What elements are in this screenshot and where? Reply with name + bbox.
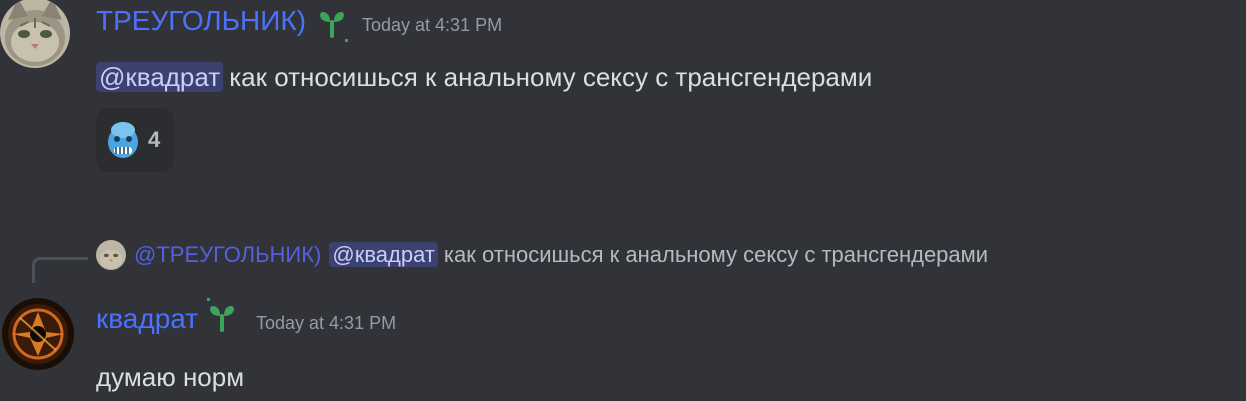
sprout-badge-icon[interactable] xyxy=(204,296,244,341)
author-name[interactable]: квадрат xyxy=(96,302,198,336)
message-timestamp[interactable]: Today at 4:31 PM xyxy=(362,14,502,36)
dark-emblem-avatar[interactable] xyxy=(2,298,74,370)
cold-face-icon xyxy=(108,122,138,158)
reply-preview[interactable]: @ТРЕУГОЛЬНИК) @квадрат как относишься к ан… xyxy=(134,238,988,272)
reaction-count: 4 xyxy=(148,127,161,152)
reply-spine xyxy=(32,257,88,283)
reply-text: как относишься к анальному сексу с транс… xyxy=(443,242,989,267)
reaction-button[interactable]: 4 xyxy=(96,108,174,172)
author-name[interactable]: ТРЕУГОЛЬНИК) xyxy=(96,4,306,38)
message-text: как относишься к анальному сексу с транс… xyxy=(229,62,873,92)
message-text: думаю норм xyxy=(96,362,245,392)
reply-author[interactable]: @ТРЕУГОЛЬНИК) xyxy=(134,242,321,267)
user-mention[interactable]: @квадрат xyxy=(96,62,224,92)
message-timestamp[interactable]: Today at 4:31 PM xyxy=(256,312,396,334)
sprout-badge-icon[interactable] xyxy=(314,6,354,51)
reply-avatar[interactable] xyxy=(96,240,126,270)
chat-log: ТРЕУГОЛЬНИК) Today at 4:31 PM @квадрат ка… xyxy=(0,0,1246,401)
cat-avatar[interactable] xyxy=(0,0,70,68)
message-content: @квадрат как относишься к анальному сексу… xyxy=(96,60,872,94)
reply-mention[interactable]: @квадрат xyxy=(329,242,438,267)
